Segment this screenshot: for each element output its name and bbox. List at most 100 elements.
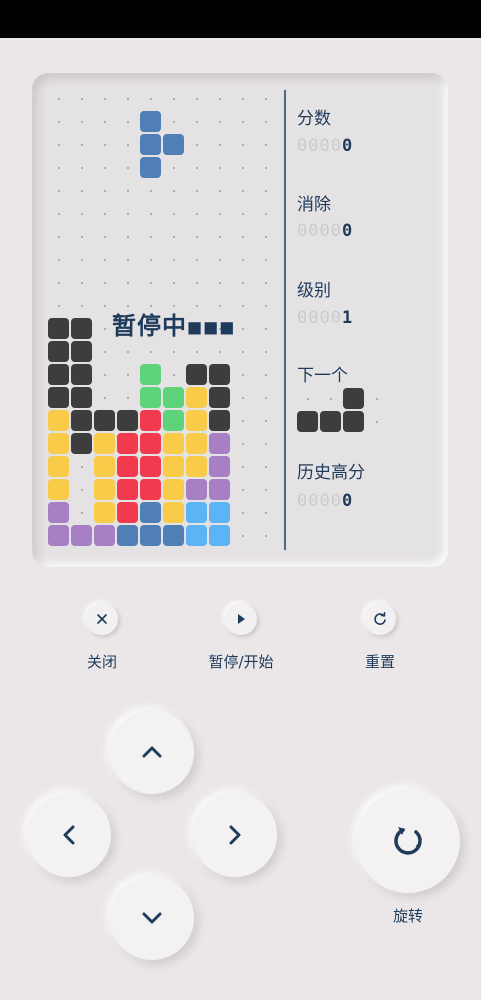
rotate-button[interactable]: [356, 789, 460, 893]
grid-dot: [81, 98, 83, 100]
grid-dot: [219, 144, 221, 146]
grid-dot: [265, 397, 267, 399]
stack-block: [209, 433, 230, 454]
stack-block: [94, 433, 115, 454]
lines-value: 00000: [297, 221, 353, 241]
grid-dot: [265, 512, 267, 514]
grid-dot: [265, 374, 267, 376]
stack-block: [209, 410, 230, 431]
stack-block: [140, 479, 161, 500]
chevron-down-icon: [142, 912, 162, 924]
stack-block: [94, 479, 115, 500]
highscore-digit-on: 0: [341, 491, 354, 511]
reset-button[interactable]: [364, 603, 396, 635]
grid-dot: [150, 236, 152, 238]
close-button[interactable]: [86, 603, 118, 635]
preview-dot: [376, 398, 378, 400]
level-digit-on: 1: [341, 308, 354, 328]
grid-dot: [104, 167, 106, 169]
grid-dot: [81, 282, 83, 284]
grid-dot: [127, 167, 129, 169]
stack-block: [186, 433, 207, 454]
grid-dot: [81, 489, 83, 491]
grid-dot: [196, 121, 198, 123]
stack-block: [209, 525, 230, 546]
grid-dot: [242, 489, 244, 491]
highscore-digits-dim: 0000: [297, 491, 342, 511]
grid-dot: [196, 167, 198, 169]
grid-dot: [219, 213, 221, 215]
grid-dot: [58, 167, 60, 169]
grid-dot: [104, 121, 106, 123]
stack-block: [163, 502, 184, 523]
stack-block: [163, 525, 184, 546]
stack-block: [117, 410, 138, 431]
next-piece-block: [297, 411, 318, 432]
grid-dot: [104, 236, 106, 238]
score-digit-on: 0: [341, 136, 354, 156]
stack-block: [140, 502, 161, 523]
stack-block: [186, 525, 207, 546]
grid-dot: [150, 98, 152, 100]
stack-block: [140, 387, 161, 408]
chevron-right-icon: [229, 825, 241, 845]
grid-dot: [196, 351, 198, 353]
close-label: 关闭: [86, 653, 117, 671]
grid-dot: [265, 351, 267, 353]
up-button[interactable]: [110, 710, 194, 794]
rotate-label: 旋转: [392, 907, 423, 925]
grid-dot: [104, 213, 106, 215]
stack-block: [48, 341, 69, 362]
stack-block: [48, 410, 69, 431]
grid-dot: [242, 98, 244, 100]
grid-dot: [127, 213, 129, 215]
stack-block: [117, 525, 138, 546]
grid-dot: [58, 282, 60, 284]
down-button[interactable]: [110, 876, 194, 960]
grid-dot: [81, 190, 83, 192]
score-value: 00000: [297, 136, 353, 156]
stack-block: [48, 502, 69, 523]
board-divider: [284, 90, 286, 550]
stack-block: [94, 502, 115, 523]
stack-block: [163, 479, 184, 500]
stack-block: [186, 387, 207, 408]
grid-dot: [219, 167, 221, 169]
grid-dot: [173, 121, 175, 123]
grid-dot: [127, 259, 129, 261]
pause-start-button[interactable]: [225, 603, 257, 635]
grid-dot: [265, 98, 267, 100]
level-value: 00001: [297, 308, 353, 328]
next-piece-block: [320, 411, 341, 432]
grid-dot: [81, 305, 83, 307]
stack-block: [140, 525, 161, 546]
grid-dot: [242, 190, 244, 192]
chevron-up-icon: [142, 746, 162, 758]
grid-dot: [81, 236, 83, 238]
grid-dot: [58, 144, 60, 146]
falling-piece-block: [140, 111, 161, 132]
grid-dot: [265, 328, 267, 330]
pause-start-label: 暂停/开始: [208, 653, 274, 671]
grid-dot: [127, 351, 129, 353]
grid-dot: [242, 305, 244, 307]
preview-dot: [307, 398, 309, 400]
grid-dot: [265, 144, 267, 146]
grid-dot: [127, 374, 129, 376]
grid-dot: [242, 512, 244, 514]
left-button[interactable]: [27, 793, 111, 877]
stack-block: [163, 387, 184, 408]
grid-dot: [196, 259, 198, 261]
grid-dot: [104, 259, 106, 261]
right-button[interactable]: [193, 793, 277, 877]
stack-block: [163, 433, 184, 454]
stack-block: [186, 364, 207, 385]
level-digits-dim: 0000: [297, 308, 342, 328]
stack-block: [186, 502, 207, 523]
grid-dot: [265, 190, 267, 192]
stack-block: [117, 456, 138, 477]
stack-block: [186, 456, 207, 477]
paused-text: 暂停中: [112, 312, 187, 340]
stack-block: [71, 433, 92, 454]
grid-dot: [81, 121, 83, 123]
